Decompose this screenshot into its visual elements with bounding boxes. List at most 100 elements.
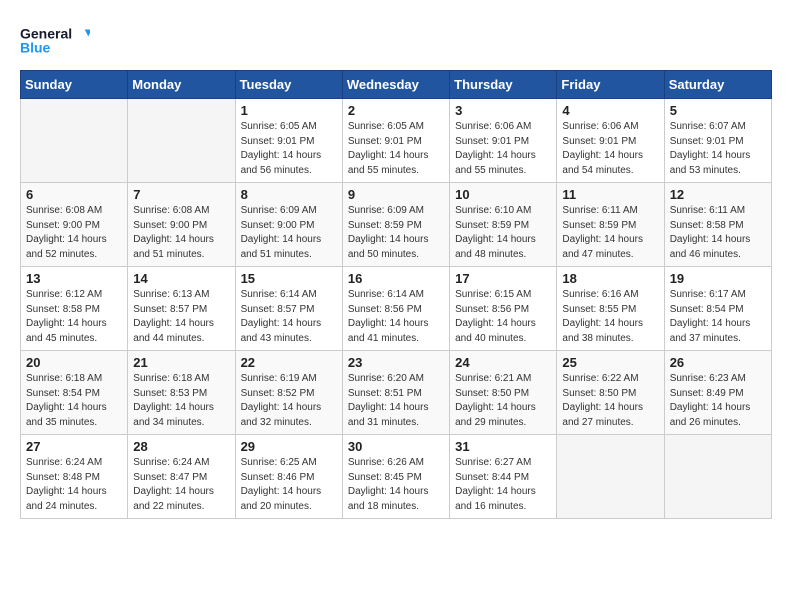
day-number: 21 [133, 355, 229, 370]
calendar-header-row: SundayMondayTuesdayWednesdayThursdayFrid… [21, 71, 772, 99]
day-number: 3 [455, 103, 551, 118]
calendar-cell: 14Sunrise: 6:13 AM Sunset: 8:57 PM Dayli… [128, 267, 235, 351]
day-info: Sunrise: 6:20 AM Sunset: 8:51 PM Dayligh… [348, 372, 444, 430]
page-header: General Blue [20, 20, 772, 60]
calendar-cell: 5 Sunrise: 6:07 AM Sunset: 9:01 PM Daylig… [664, 99, 771, 183]
day-number: 15 [241, 271, 337, 286]
calendar-cell: 17 Sunrise: 6:15 AM Sunset: 8:56 PM Dayli… [450, 267, 557, 351]
calendar-cell: 21 Sunrise: 6:18 AM Sunset: 8:53 PM Dayli… [128, 351, 235, 435]
logo-svg: General Blue [20, 20, 90, 60]
calendar-header-thursday: Thursday [450, 71, 557, 99]
day-info: Sunrise: 6:06 AM Sunset: 9:01 PM Dayligh… [562, 120, 658, 178]
day-number: 14 [133, 271, 229, 286]
day-number: 23 [348, 355, 444, 370]
calendar-cell: 24 Sunrise: 6:21 AM Sunset: 8:50 PM Dayli… [450, 351, 557, 435]
day-number: 9 [348, 187, 444, 202]
day-number: 12 [670, 187, 766, 202]
calendar-cell: 3 Sunrise: 6:06 AM Sunset: 9:01 PM Daylig… [450, 99, 557, 183]
calendar-header-tuesday: Tuesday [235, 71, 342, 99]
calendar-cell: 29Sunrise: 6:25 AM Sunset: 8:46 PM Dayli… [235, 435, 342, 519]
calendar-cell: 1 Sunrise: 6:05 AM Sunset: 9:01 PM Daylig… [235, 99, 342, 183]
day-number: 4 [562, 103, 658, 118]
day-info: Sunrise: 6:18 AM Sunset: 8:53 PM Dayligh… [133, 372, 229, 430]
calendar-cell: 20 Sunrise: 6:18 AM Sunset: 8:54 PM Dayli… [21, 351, 128, 435]
calendar-week-row: 6Sunrise: 6:08 AM Sunset: 9:00 PM Daylig… [21, 183, 772, 267]
day-info: Sunrise: 6:12 AM Sunset: 8:58 PM Dayligh… [26, 288, 122, 346]
day-info: Sunrise: 6:24 AM Sunset: 8:47 PM Dayligh… [133, 456, 229, 514]
day-number: 24 [455, 355, 551, 370]
day-info: Sunrise: 6:21 AM Sunset: 8:50 PM Dayligh… [455, 372, 551, 430]
day-number: 31 [455, 439, 551, 454]
day-number: 20 [26, 355, 122, 370]
day-info: Sunrise: 6:09 AM Sunset: 9:00 PM Dayligh… [241, 204, 337, 262]
day-number: 13 [26, 271, 122, 286]
calendar-cell: 4 Sunrise: 6:06 AM Sunset: 9:01 PM Daylig… [557, 99, 664, 183]
calendar-cell [664, 435, 771, 519]
calendar-cell: 28 Sunrise: 6:24 AM Sunset: 8:47 PM Dayli… [128, 435, 235, 519]
calendar-cell: 25Sunrise: 6:22 AM Sunset: 8:50 PM Dayli… [557, 351, 664, 435]
calendar-cell [128, 99, 235, 183]
day-number: 26 [670, 355, 766, 370]
calendar-cell: 31Sunrise: 6:27 AM Sunset: 8:44 PM Dayli… [450, 435, 557, 519]
day-number: 5 [670, 103, 766, 118]
day-number: 11 [562, 187, 658, 202]
day-info: Sunrise: 6:05 AM Sunset: 9:01 PM Dayligh… [348, 120, 444, 178]
calendar-week-row: 27 Sunrise: 6:24 AM Sunset: 8:48 PM Dayli… [21, 435, 772, 519]
day-info: Sunrise: 6:09 AM Sunset: 8:59 PM Dayligh… [348, 204, 444, 262]
calendar-header-saturday: Saturday [664, 71, 771, 99]
day-number: 28 [133, 439, 229, 454]
calendar-header-wednesday: Wednesday [342, 71, 449, 99]
calendar-cell: 9 Sunrise: 6:09 AM Sunset: 8:59 PM Daylig… [342, 183, 449, 267]
day-info: Sunrise: 6:14 AM Sunset: 8:57 PM Dayligh… [241, 288, 337, 346]
calendar-table: SundayMondayTuesdayWednesdayThursdayFrid… [20, 70, 772, 519]
calendar-cell: 30 Sunrise: 6:26 AM Sunset: 8:45 PM Dayli… [342, 435, 449, 519]
day-info: Sunrise: 6:07 AM Sunset: 9:01 PM Dayligh… [670, 120, 766, 178]
day-number: 17 [455, 271, 551, 286]
logo: General Blue [20, 20, 90, 60]
day-info: Sunrise: 6:05 AM Sunset: 9:01 PM Dayligh… [241, 120, 337, 178]
day-number: 27 [26, 439, 122, 454]
day-info: Sunrise: 6:15 AM Sunset: 8:56 PM Dayligh… [455, 288, 551, 346]
day-number: 7 [133, 187, 229, 202]
day-info: Sunrise: 6:10 AM Sunset: 8:59 PM Dayligh… [455, 204, 551, 262]
day-info: Sunrise: 6:18 AM Sunset: 8:54 PM Dayligh… [26, 372, 122, 430]
day-number: 18 [562, 271, 658, 286]
calendar-week-row: 13 Sunrise: 6:12 AM Sunset: 8:58 PM Dayli… [21, 267, 772, 351]
calendar-cell: 8 Sunrise: 6:09 AM Sunset: 9:00 PM Daylig… [235, 183, 342, 267]
day-number: 6 [26, 187, 122, 202]
calendar-cell: 26 Sunrise: 6:23 AM Sunset: 8:49 PM Dayli… [664, 351, 771, 435]
calendar-cell: 2 Sunrise: 6:05 AM Sunset: 9:01 PM Daylig… [342, 99, 449, 183]
day-info: Sunrise: 6:06 AM Sunset: 9:01 PM Dayligh… [455, 120, 551, 178]
calendar-header-sunday: Sunday [21, 71, 128, 99]
day-info: Sunrise: 6:24 AM Sunset: 8:48 PM Dayligh… [26, 456, 122, 514]
calendar-cell: 13 Sunrise: 6:12 AM Sunset: 8:58 PM Dayli… [21, 267, 128, 351]
calendar-header-friday: Friday [557, 71, 664, 99]
day-number: 1 [241, 103, 337, 118]
day-info: Sunrise: 6:23 AM Sunset: 8:49 PM Dayligh… [670, 372, 766, 430]
calendar-cell: 22Sunrise: 6:19 AM Sunset: 8:52 PM Dayli… [235, 351, 342, 435]
svg-text:Blue: Blue [20, 39, 51, 55]
calendar-cell: 11 Sunrise: 6:11 AM Sunset: 8:59 PM Dayli… [557, 183, 664, 267]
day-number: 2 [348, 103, 444, 118]
day-info: Sunrise: 6:25 AM Sunset: 8:46 PM Dayligh… [241, 456, 337, 514]
calendar-cell: 27 Sunrise: 6:24 AM Sunset: 8:48 PM Dayli… [21, 435, 128, 519]
calendar-cell: 15 Sunrise: 6:14 AM Sunset: 8:57 PM Dayli… [235, 267, 342, 351]
day-info: Sunrise: 6:11 AM Sunset: 8:59 PM Dayligh… [562, 204, 658, 262]
day-info: Sunrise: 6:11 AM Sunset: 8:58 PM Dayligh… [670, 204, 766, 262]
day-info: Sunrise: 6:14 AM Sunset: 8:56 PM Dayligh… [348, 288, 444, 346]
calendar-week-row: 20 Sunrise: 6:18 AM Sunset: 8:54 PM Dayli… [21, 351, 772, 435]
day-number: 22 [241, 355, 337, 370]
day-info: Sunrise: 6:17 AM Sunset: 8:54 PM Dayligh… [670, 288, 766, 346]
day-number: 19 [670, 271, 766, 286]
calendar-cell: 18Sunrise: 6:16 AM Sunset: 8:55 PM Dayli… [557, 267, 664, 351]
day-number: 8 [241, 187, 337, 202]
calendar-cell [557, 435, 664, 519]
day-number: 30 [348, 439, 444, 454]
day-number: 16 [348, 271, 444, 286]
calendar-cell: 6Sunrise: 6:08 AM Sunset: 9:00 PM Daylig… [21, 183, 128, 267]
calendar-cell: 10Sunrise: 6:10 AM Sunset: 8:59 PM Dayli… [450, 183, 557, 267]
calendar-cell: 23 Sunrise: 6:20 AM Sunset: 8:51 PM Dayli… [342, 351, 449, 435]
calendar-week-row: 1 Sunrise: 6:05 AM Sunset: 9:01 PM Daylig… [21, 99, 772, 183]
day-info: Sunrise: 6:26 AM Sunset: 8:45 PM Dayligh… [348, 456, 444, 514]
day-number: 25 [562, 355, 658, 370]
